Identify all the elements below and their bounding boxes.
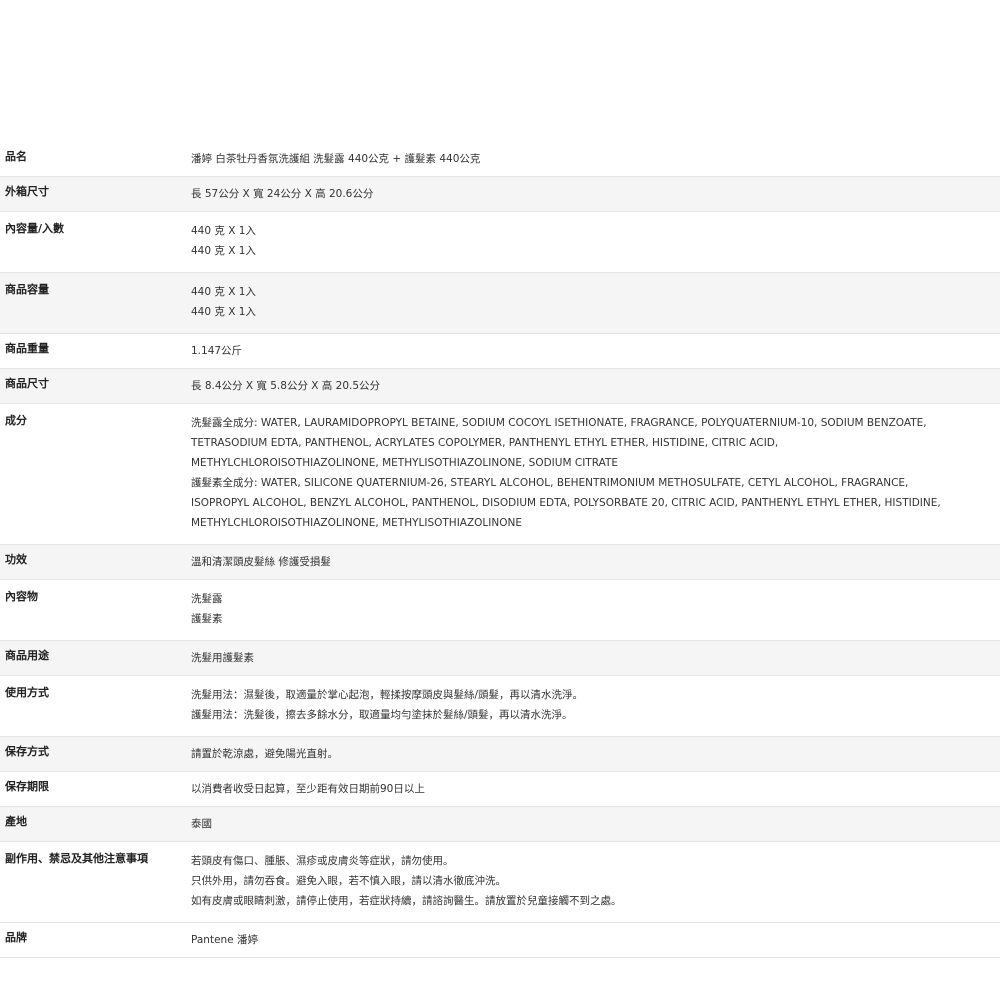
spec-row: 商品重量 1.147公斤 — [0, 334, 1000, 369]
spec-row: 保存方式 請置於乾涼處，避免陽光直射。 — [0, 736, 1000, 772]
spec-value-line: 440 克 X 1入 — [191, 225, 256, 237]
spec-value-line: 洗髮露全成分: WATER, LAURAMIDOPROPYL BETAINE, … — [191, 417, 927, 429]
spec-value-line: 長 57公分 X 寬 24公分 X 高 20.6公分 — [191, 188, 374, 200]
spec-label: 保存方式 — [5, 745, 49, 758]
spec-label: 使用方式 — [5, 686, 49, 699]
spec-label: 商品用途 — [5, 649, 49, 662]
spec-row: 副作用、禁忌及其他注意事項 若頭皮有傷口、腫脹、濕疹或皮膚炎等症狀，請勿使用。只供… — [0, 842, 1000, 923]
spec-value-line: 440 克 X 1入 — [191, 286, 256, 298]
spec-value: 潘婷 白茶牡丹香氛洗護組 洗髮露 440公克 + 護髮素 440公克 — [187, 142, 1000, 177]
spec-label: 商品尺寸 — [5, 377, 49, 390]
spec-value-line: 泰國 — [191, 818, 212, 830]
spec-value: 440 克 X 1入 440 克 X 1入 — [187, 273, 1000, 334]
spec-value-line: 如有皮膚或眼睛刺激，請停止使用，若症狀持續，請諮詢醫生。請放置於兒童接觸不到之處… — [191, 895, 622, 907]
spec-value-line: 護髮用法：洗髮後，擦去多餘水分，取適量均勻塗抹於髮絲/頭髮，再以清水洗淨。 — [191, 709, 573, 721]
spec-value: 洗髮露全成分: WATER, LAURAMIDOPROPYL BETAINE, … — [187, 404, 1000, 545]
spec-value-line: 只供外用，請勿吞食。避免入眼，若不慎入眼，請以清水徹底沖洗。 — [191, 875, 506, 887]
spec-value-line: 溫和清潔頭皮髮絲 修護受損髮 — [191, 556, 331, 568]
spec-label: 內容量/入數 — [5, 222, 65, 235]
spec-row: 成分 洗髮露全成分: WATER, LAURAMIDOPROPYL BETAINE… — [0, 404, 1000, 545]
spec-value-line: 洗髮用護髮素 — [191, 652, 254, 664]
spec-row: 商品用途 洗髮用護髮素 — [0, 640, 1000, 676]
spec-value-line: 洗髮用法：濕髮後，取適量於掌心起泡，輕揉按摩頭皮與髮絲/頭髮，再以清水洗淨。 — [191, 689, 584, 701]
spec-value-line: METHYLCHLOROISOTHIAZOLINONE, METHYLISOTH… — [191, 517, 522, 529]
spec-value: Pantene 潘婷 — [187, 923, 1000, 958]
spec-row: 使用方式 洗髮用法：濕髮後，取適量於掌心起泡，輕揉按摩頭皮與髮絲/頭髮，再以清水洗… — [0, 676, 1000, 737]
spec-value-line: ISOPROPYL ALCOHOL, BENZYL ALCOHOL, PANTH… — [191, 497, 941, 509]
spec-label: 副作用、禁忌及其他注意事項 — [5, 852, 148, 865]
spec-label: 成分 — [5, 414, 27, 427]
spec-value-line: 長 8.4公分 X 寬 5.8公分 X 高 20.5公分 — [191, 380, 381, 392]
spec-label: 功效 — [5, 553, 27, 566]
spec-value: 洗髮用法：濕髮後，取適量於掌心起泡，輕揉按摩頭皮與髮絲/頭髮，再以清水洗淨。 護髮… — [187, 676, 1000, 737]
spec-label: 外箱尺寸 — [5, 185, 49, 198]
spec-value: 1.147公斤 — [187, 334, 1000, 369]
spec-row: 內容量/入數 440 克 X 1入 440 克 X 1入 — [0, 212, 1000, 273]
spec-value-line: 護髮素全成分: WATER, SILICONE QUATERNIUM-26, S… — [191, 477, 909, 489]
spec-value-line: 1.147公斤 — [191, 345, 243, 357]
spec-value-line: TETRASODIUM EDTA, PANTHENOL, ACRYLATES C… — [191, 437, 779, 449]
spec-row: 外箱尺寸 長 57公分 X 寬 24公分 X 高 20.6公分 — [0, 176, 1000, 212]
product-spec-table: 品名 潘婷 白茶牡丹香氛洗護組 洗髮露 440公克 + 護髮素 440公克外箱尺寸… — [0, 142, 1000, 958]
spec-value-line: Pantene 潘婷 — [191, 934, 258, 946]
spec-value: 若頭皮有傷口、腫脹、濕疹或皮膚炎等症狀，請勿使用。只供外用，請勿吞食。避免入眼，… — [187, 842, 1000, 923]
spec-label: 保存期限 — [5, 780, 49, 793]
spec-label: 內容物 — [5, 590, 38, 603]
spec-label: 品牌 — [5, 931, 27, 944]
spec-value: 長 57公分 X 寬 24公分 X 高 20.6公分 — [187, 177, 1000, 212]
spec-value: 洗髮露 護髮素 — [187, 580, 1000, 641]
spec-label: 商品重量 — [5, 342, 49, 355]
spec-value: 以消費者收受日起算，至少距有效日期前90日以上 — [187, 772, 1000, 807]
spec-value: 泰國 — [187, 807, 1000, 842]
spec-value-line: 440 克 X 1入 — [191, 245, 256, 257]
spec-value-line: 請置於乾涼處，避免陽光直射。 — [191, 748, 338, 760]
spec-table-body: 品名 潘婷 白茶牡丹香氛洗護組 洗髮露 440公克 + 護髮素 440公克外箱尺寸… — [0, 142, 1000, 958]
spec-label: 產地 — [5, 815, 27, 828]
spec-row: 內容物 洗髮露護髮素 — [0, 580, 1000, 641]
spec-value: 440 克 X 1入 440 克 X 1入 — [187, 212, 1000, 273]
spec-value-line: 護髮素 — [191, 613, 223, 625]
spec-value: 溫和清潔頭皮髮絲 修護受損髮 — [187, 545, 1000, 580]
spec-row: 商品容量 440 克 X 1入 440 克 X 1入 — [0, 272, 1000, 334]
spec-row: 品名 潘婷 白茶牡丹香氛洗護組 洗髮露 440公克 + 護髮素 440公克 — [0, 142, 1000, 177]
spec-row: 保存期限 以消費者收受日起算，至少距有效日期前90日以上 — [0, 772, 1000, 807]
spec-value-line: 洗髮露 — [191, 593, 223, 605]
spec-value: 長 8.4公分 X 寬 5.8公分 X 高 20.5公分 — [187, 369, 1000, 404]
spec-label: 品名 — [5, 150, 27, 163]
spec-value-line: 440 克 X 1入 — [191, 306, 256, 318]
spec-value-line: 以消費者收受日起算，至少距有效日期前90日以上 — [191, 783, 425, 795]
spec-row: 產地 泰國 — [0, 806, 1000, 842]
spec-row: 品牌 Pantene 潘婷 — [0, 923, 1000, 958]
spec-row: 商品尺寸 長 8.4公分 X 寬 5.8公分 X 高 20.5公分 — [0, 368, 1000, 404]
spec-row: 功效 溫和清潔頭皮髮絲 修護受損髮 — [0, 544, 1000, 580]
spec-label: 商品容量 — [5, 283, 49, 296]
spec-value: 洗髮用護髮素 — [187, 641, 1000, 676]
spec-value-line: METHYLCHLOROISOTHIAZOLINONE, METHYLISOTH… — [191, 457, 618, 469]
spec-value-line: 潘婷 白茶牡丹香氛洗護組 洗髮露 440公克 + 護髮素 440公克 — [191, 153, 481, 165]
spec-value-line: 若頭皮有傷口、腫脹、濕疹或皮膚炎等症狀，請勿使用。 — [191, 855, 454, 867]
spec-value: 請置於乾涼處，避免陽光直射。 — [187, 737, 1000, 772]
